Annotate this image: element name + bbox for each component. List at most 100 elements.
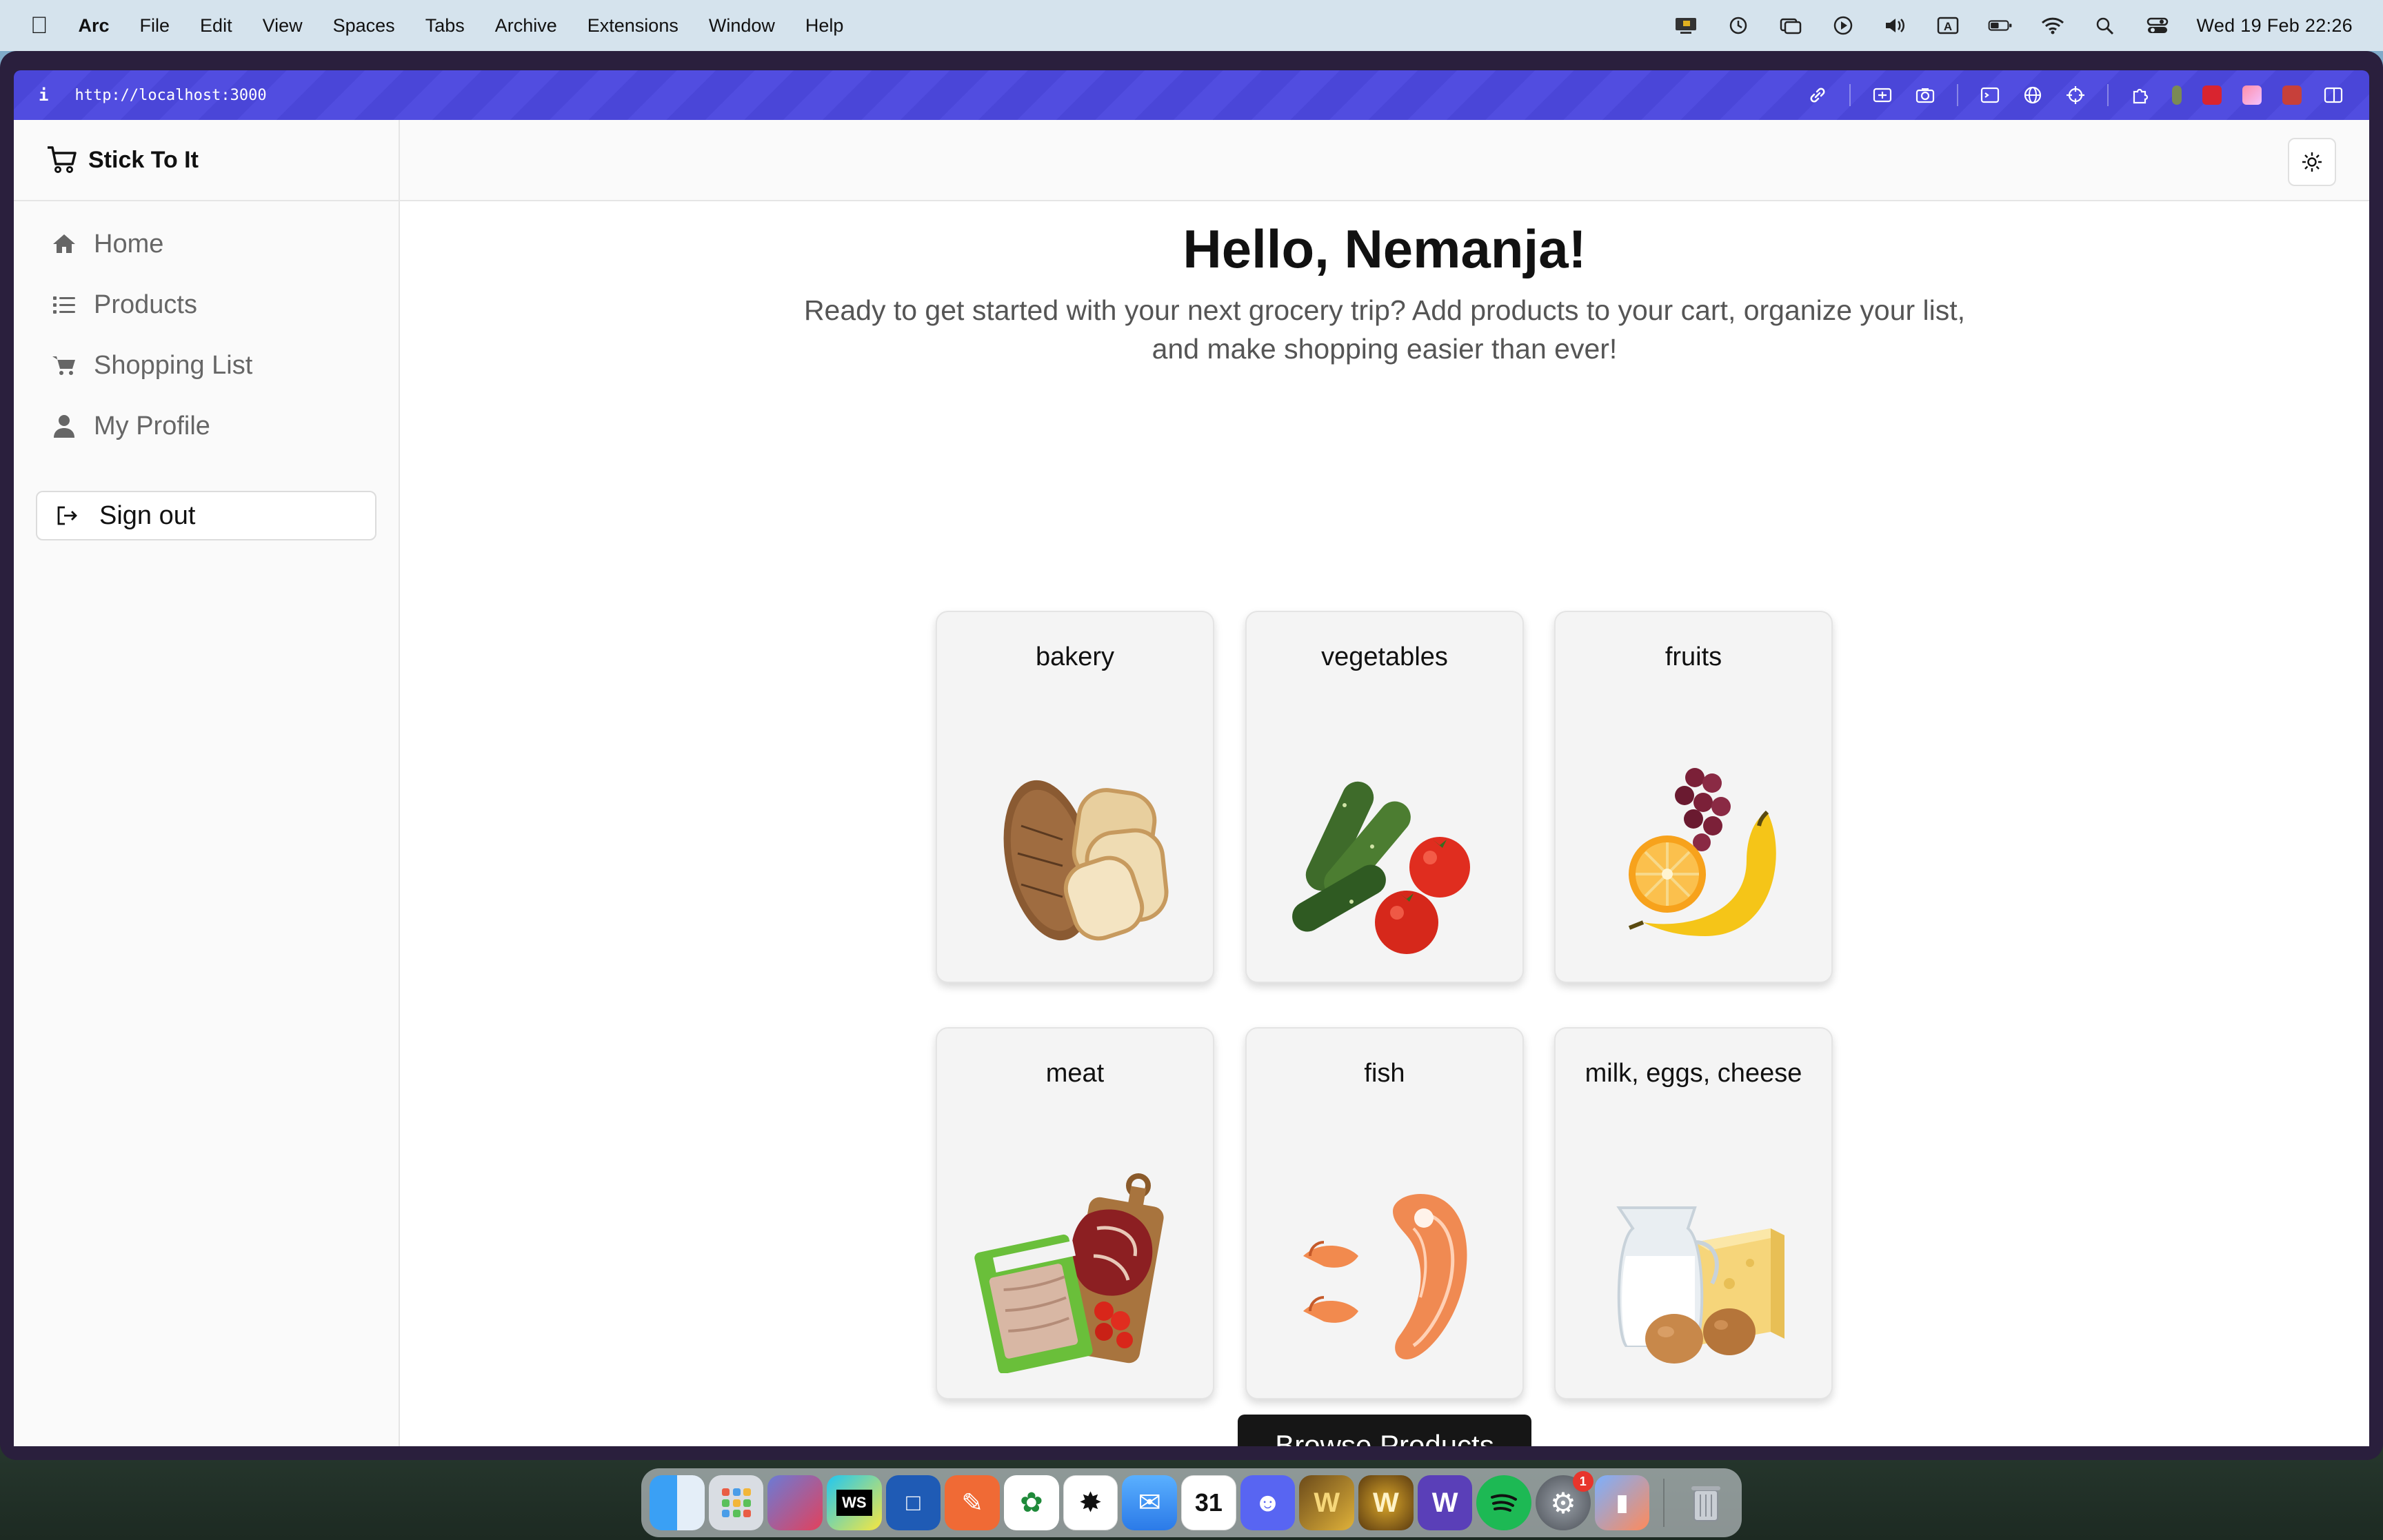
dock-battlenet-icon[interactable]: W — [1358, 1475, 1414, 1530]
cart-logo-icon — [48, 146, 77, 173]
play-icon[interactable] — [1830, 14, 1856, 37]
dock-affinity-icon[interactable] — [767, 1475, 823, 1530]
dock-trash-icon[interactable] — [1678, 1475, 1733, 1530]
apple-menu-icon[interactable]:  — [30, 12, 48, 39]
svg-text:A: A — [1943, 20, 1951, 33]
extension-icon[interactable] — [2242, 85, 2262, 105]
category-card-vegetables[interactable]: vegetables — [1245, 611, 1524, 983]
spotlight-icon[interactable] — [2092, 14, 2118, 37]
menu-spaces[interactable]: Spaces — [333, 15, 395, 37]
category-card-milk-eggs-cheese[interactable]: milk, eggs, cheese — [1554, 1027, 1833, 1399]
menu-edit[interactable]: Edit — [200, 15, 232, 37]
list-icon — [53, 296, 75, 314]
target-icon[interactable] — [2064, 84, 2087, 106]
extension-icon[interactable] — [2202, 85, 2222, 105]
wifi-icon[interactable] — [2040, 14, 2066, 37]
page-title: Hello, Nemanja! — [1183, 219, 1587, 279]
dock-mail-icon[interactable]: ✉ — [1122, 1475, 1178, 1530]
main-content: Hello, Nemanja! Ready to get started wit… — [400, 201, 2369, 1446]
copy-link-icon[interactable] — [1807, 84, 1829, 106]
dock-wordle-icon[interactable]: W — [1417, 1475, 1473, 1530]
dock-webstorm-icon[interactable]: WS — [827, 1475, 882, 1530]
dock-remote-desktop-icon[interactable]: □ — [885, 1475, 941, 1530]
bakery-image — [973, 750, 1180, 957]
extensions-icon[interactable] — [2129, 84, 2151, 106]
extension-icon[interactable] — [2172, 85, 2182, 105]
address-bar[interactable]: i http://localhost:3000 — [14, 70, 2369, 120]
capture-icon[interactable] — [1871, 84, 1893, 106]
cart-icon — [52, 356, 75, 375]
theme-toggle-button[interactable] — [2288, 138, 2336, 186]
macos-dock: WS □ ✎ ✿ ✸ ✉ 31 ☻ W W W ⚙ 1 ▮ — [641, 1468, 1742, 1537]
volume-icon[interactable] — [1882, 14, 1909, 37]
sign-out-button[interactable]: Sign out — [36, 491, 376, 540]
dock-mongodb-icon[interactable]: ✿ — [1004, 1475, 1059, 1530]
arc-browser-window: i http://localhost:3000 Stick To It Home… — [0, 51, 2383, 1460]
menu-tabs[interactable]: Tabs — [425, 15, 465, 37]
category-card-fish[interactable]: fish — [1245, 1027, 1524, 1399]
vegetables-image — [1283, 750, 1489, 957]
meat-image — [973, 1166, 1180, 1375]
sidebar-item-label: Shopping List — [94, 350, 253, 380]
dock-pencil-icon[interactable]: ✎ — [945, 1475, 1001, 1530]
dock-calendar-icon[interactable]: 31 — [1181, 1475, 1236, 1530]
dock-discord-icon[interactable]: ☻ — [1240, 1475, 1296, 1530]
sidebar-item-shopping-list[interactable]: Shopping List — [14, 335, 399, 396]
camera-icon[interactable] — [1914, 84, 1936, 106]
category-title: vegetables — [1321, 642, 1448, 671]
toolbar-divider — [2107, 84, 2109, 106]
dock-spotify-icon[interactable] — [1476, 1475, 1532, 1530]
sidebar-toggle-icon[interactable] — [2322, 84, 2344, 106]
window-icon[interactable] — [1778, 14, 1804, 37]
dock-world-of-warcraft-icon[interactable]: W — [1299, 1475, 1355, 1530]
menu-window[interactable]: Window — [709, 15, 775, 37]
dock-iphone-mirroring-icon[interactable]: ▮ — [1594, 1475, 1650, 1530]
battery-icon[interactable] — [1987, 14, 2013, 37]
page-viewport: Stick To It Home Products Shopping List — [14, 120, 2369, 1446]
browse-products-button[interactable]: Browse Products — [1238, 1415, 1531, 1446]
toolbar-divider — [1849, 84, 1851, 106]
brand-name: Stick To It — [88, 146, 199, 173]
dock-launchpad-icon[interactable] — [708, 1475, 764, 1530]
screen-share-icon[interactable] — [1673, 14, 1699, 37]
control-center-icon[interactable] — [2144, 14, 2171, 37]
dock-chatgpt-icon[interactable]: ✸ — [1063, 1475, 1118, 1530]
dock-separator — [1663, 1479, 1665, 1527]
app-sidebar: Stick To It Home Products Shopping List — [14, 120, 400, 1446]
menu-help[interactable]: Help — [805, 15, 844, 37]
category-card-meat[interactable]: meat — [936, 1027, 1214, 1399]
menu-file[interactable]: File — [140, 15, 170, 37]
dock-system-settings-icon[interactable]: ⚙ 1 — [1536, 1471, 1593, 1530]
top-bar — [400, 120, 2369, 201]
console-icon[interactable] — [1979, 84, 2001, 106]
sidebar-item-my-profile[interactable]: My Profile — [14, 396, 399, 456]
sidebar-item-label: Home — [94, 229, 164, 259]
url-text[interactable]: http://localhost:3000 — [74, 87, 266, 104]
time-machine-icon[interactable] — [1725, 14, 1751, 37]
menu-app-name[interactable]: Arc — [79, 15, 110, 37]
globe-icon[interactable] — [2022, 84, 2044, 106]
fish-image — [1283, 1166, 1489, 1373]
extension-icon[interactable] — [2282, 85, 2302, 105]
sidebar-item-label: Products — [94, 290, 197, 319]
sidebar-item-label: My Profile — [94, 411, 210, 440]
calendar-day: 31 — [1194, 1488, 1223, 1517]
menu-view[interactable]: View — [263, 15, 303, 37]
input-source-icon[interactable]: A — [1935, 14, 1961, 37]
menubar-clock[interactable]: Wed 19 Feb 22:26 — [2197, 15, 2353, 37]
brand[interactable]: Stick To It — [14, 120, 399, 201]
sidebar-item-products[interactable]: Products — [14, 274, 399, 335]
category-card-bakery[interactable]: bakery — [936, 611, 1214, 983]
sidebar-item-home[interactable]: Home — [14, 214, 399, 274]
dairy-image — [1591, 1166, 1798, 1373]
site-info-icon[interactable]: i — [39, 85, 48, 105]
fruits-image — [1591, 750, 1798, 957]
macos-menubar:  Arc File Edit View Spaces Tabs Archive… — [0, 0, 2383, 51]
menu-archive[interactable]: Archive — [495, 15, 557, 37]
page-subtitle: Ready to get started with your next groc… — [803, 294, 1966, 365]
category-card-fruits[interactable]: fruits — [1554, 611, 1833, 983]
menu-extensions[interactable]: Extensions — [587, 15, 678, 37]
category-title: meat — [1045, 1059, 1105, 1088]
dock-finder-icon[interactable] — [650, 1475, 705, 1530]
sun-icon — [2302, 152, 2322, 172]
